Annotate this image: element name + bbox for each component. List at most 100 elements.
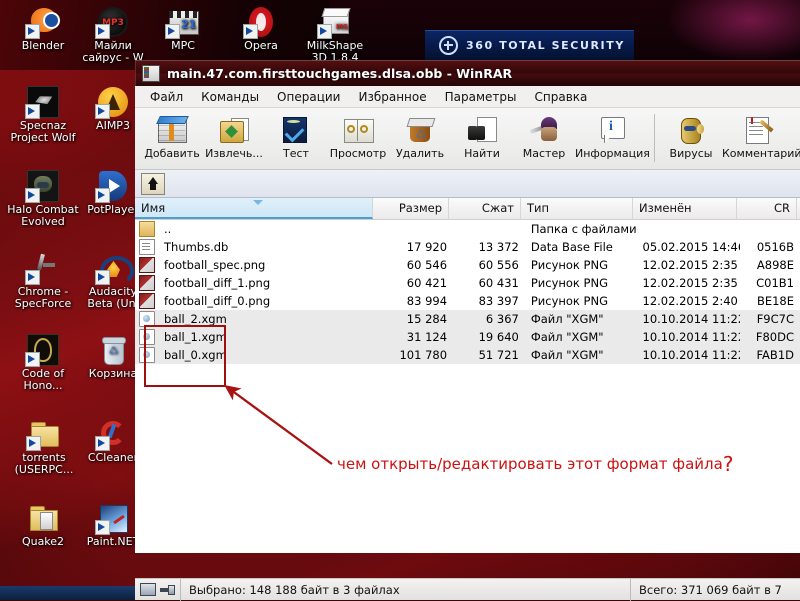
file-list[interactable]: .. Папка с файлами Thumbs.db 17 920 13 3…	[135, 220, 800, 553]
cell-size	[377, 220, 453, 238]
menubar[interactable]: Файл Команды Операции Избранное Параметр…	[135, 86, 800, 108]
toolbar-button-label: Удалить	[395, 147, 445, 160]
opera-icon	[243, 6, 277, 39]
milkshape-icon: MS	[317, 6, 351, 39]
desktop-icon-opera[interactable]: Opera	[226, 6, 296, 52]
window-titlebar[interactable]: main.47.com.firsttouchgames.dlsa.obb - W…	[135, 60, 800, 86]
toolbar-separator	[654, 114, 655, 162]
path-toolbar[interactable]	[135, 170, 800, 198]
cell-crc: C01B1	[756, 276, 794, 290]
cell-crc: A898E	[756, 258, 794, 272]
column-header-modified[interactable]: Изменён	[633, 198, 737, 219]
virus-scan-icon	[675, 114, 707, 146]
cell-modified: 10.10.2014 11:22	[642, 348, 741, 362]
shortcut-overlay-icon	[95, 520, 110, 535]
info-icon: i	[596, 114, 628, 146]
banner-label: 360 TOTAL SECURITY	[466, 39, 625, 52]
menu-item-commands[interactable]: Команды	[192, 88, 268, 106]
paintnet-icon	[95, 502, 129, 535]
wizard-icon	[528, 114, 560, 146]
toolbar[interactable]: Добавить Извлечь... Тест Просмотр ♺ Удал…	[135, 108, 800, 170]
table-row[interactable]: ball_0.xgm 101 780 51 721 Файл "XGM" 10.…	[135, 346, 800, 364]
desktop-icon-label: Chrome - SpecForce	[14, 285, 72, 310]
toolbar-button-add[interactable]: Добавить	[141, 112, 203, 160]
toolbar-button-label: Информация	[575, 147, 650, 160]
table-row[interactable]: football_diff_1.png 60 421 60 431 Рисуно…	[135, 274, 800, 292]
desktop-icon-mp3[interactable]: MP3 Майли сайрус - W	[78, 6, 148, 64]
codeofhonor-icon	[25, 334, 59, 367]
column-header-size[interactable]: Размер	[373, 198, 449, 219]
toolbar-button-view[interactable]: Просмотр	[327, 112, 389, 160]
cell-packed: 60 431	[478, 276, 519, 290]
taskbar[interactable]	[0, 586, 135, 600]
desktop-icon-mpc[interactable]: 21 MPC	[148, 6, 218, 52]
shortcut-overlay-icon	[25, 24, 40, 39]
toolbar-button-label: Просмотр	[329, 147, 387, 160]
folder-icon	[27, 502, 59, 534]
toolbar-button-comment[interactable]: Комментарий	[722, 112, 800, 160]
table-row[interactable]: Thumbs.db 17 920 13 372 Data Base File 0…	[135, 238, 800, 256]
toolbar-button-test[interactable]: Тест	[265, 112, 327, 160]
blender-icon	[25, 6, 60, 39]
table-row[interactable]: football_spec.png 60 546 60 556 Рисунок …	[135, 256, 800, 274]
toolbar-button-label: Комментарий	[722, 147, 800, 160]
cell-type: Файл "XGM"	[530, 312, 604, 326]
cell-name: ..	[164, 222, 172, 236]
menu-item-options[interactable]: Параметры	[436, 88, 526, 106]
shortcut-overlay-icon	[243, 24, 258, 39]
toolbar-button-find[interactable]: Найти	[451, 112, 513, 160]
desktop-icon-halo[interactable]: Halo Combat Evolved	[3, 170, 83, 228]
annotation-question-mark: ?	[722, 452, 734, 476]
menu-item-file[interactable]: Файл	[141, 88, 192, 106]
png-file-icon	[139, 257, 155, 273]
folder-icon	[139, 221, 155, 237]
column-header-type[interactable]: Тип	[521, 198, 633, 219]
column-header-crc[interactable]: CR	[737, 198, 797, 219]
png-file-icon	[139, 275, 155, 291]
winrar-app-icon	[142, 65, 160, 82]
toolbar-button-wizard[interactable]: Мастер	[513, 112, 575, 160]
view-icon	[342, 114, 374, 146]
desktop-icon-codeofhonor[interactable]: Code of Hono...	[8, 334, 78, 392]
window-title: main.47.com.firsttouchgames.dlsa.obb - W…	[167, 66, 513, 81]
toolbar-button-info[interactable]: i Информация	[575, 112, 650, 160]
table-row[interactable]: ball_1.xgm 31 124 19 640 Файл "XGM" 10.1…	[135, 328, 800, 346]
audacity-icon	[95, 252, 134, 286]
menu-item-operations[interactable]: Операции	[268, 88, 349, 106]
winrar-window[interactable]: main.47.com.firsttouchgames.dlsa.obb - W…	[135, 60, 800, 601]
desktop-icon-specforce[interactable]: Chrome - SpecForce	[5, 252, 81, 310]
toolbar-button-virus[interactable]: Вирусы	[660, 112, 722, 160]
toolbar-button-delete[interactable]: ♺ Удалить	[389, 112, 451, 160]
shortcut-overlay-icon	[95, 24, 110, 39]
desktop-icon-blender[interactable]: Blender	[8, 6, 78, 52]
desktop-icon-torrents[interactable]: torrents (USERPC...	[5, 418, 83, 476]
folder-up-icon[interactable]	[141, 172, 165, 195]
desktop-icon-label: Opera	[244, 39, 278, 52]
cell-crc	[740, 220, 800, 238]
xgm-file-icon	[139, 311, 155, 327]
table-row[interactable]: football_diff_0.png 83 994 83 397 Рисуно…	[135, 292, 800, 310]
desktop-icon-specnaz[interactable]: Specnaz Project Wolf	[8, 86, 78, 144]
360-total-security-banner[interactable]: 360 TOTAL SECURITY	[425, 30, 634, 60]
cell-crc: FAB1D	[756, 348, 795, 362]
desktop-icon-milkshape[interactable]: MS MilkShape 3D 1.8.4	[300, 6, 370, 64]
menu-item-help[interactable]: Справка	[526, 88, 597, 106]
toolbar-button-extract[interactable]: Извлечь...	[203, 112, 265, 160]
desktop-icon-label: Halo Combat Evolved	[7, 203, 79, 228]
potplayer-icon	[95, 170, 129, 203]
column-header-packed[interactable]: Сжат	[449, 198, 521, 219]
cell-modified: 12.02.2015 2:35	[642, 258, 738, 272]
recycle-bin-icon: ♺	[97, 334, 129, 366]
find-icon	[466, 114, 498, 146]
mpc-icon: 21	[165, 6, 199, 39]
table-row[interactable]: ball_2.xgm 15 284 6 367 Файл "XGM" 10.10…	[135, 310, 800, 328]
toolbar-button-label: Тест	[283, 147, 309, 160]
desktop-icon-label: torrents (USERPC...	[14, 451, 74, 476]
desktop-icon-quake2[interactable]: Quake2	[8, 502, 78, 548]
cell-modified	[637, 220, 741, 238]
cell-name: ball_1.xgm	[164, 330, 227, 344]
file-list-header[interactable]: Имя Размер Сжат Тип Изменён CR	[135, 198, 800, 220]
menu-item-favorites[interactable]: Избранное	[349, 88, 435, 106]
table-row[interactable]: .. Папка с файлами	[135, 220, 800, 238]
cell-type: Рисунок PNG	[530, 276, 608, 290]
